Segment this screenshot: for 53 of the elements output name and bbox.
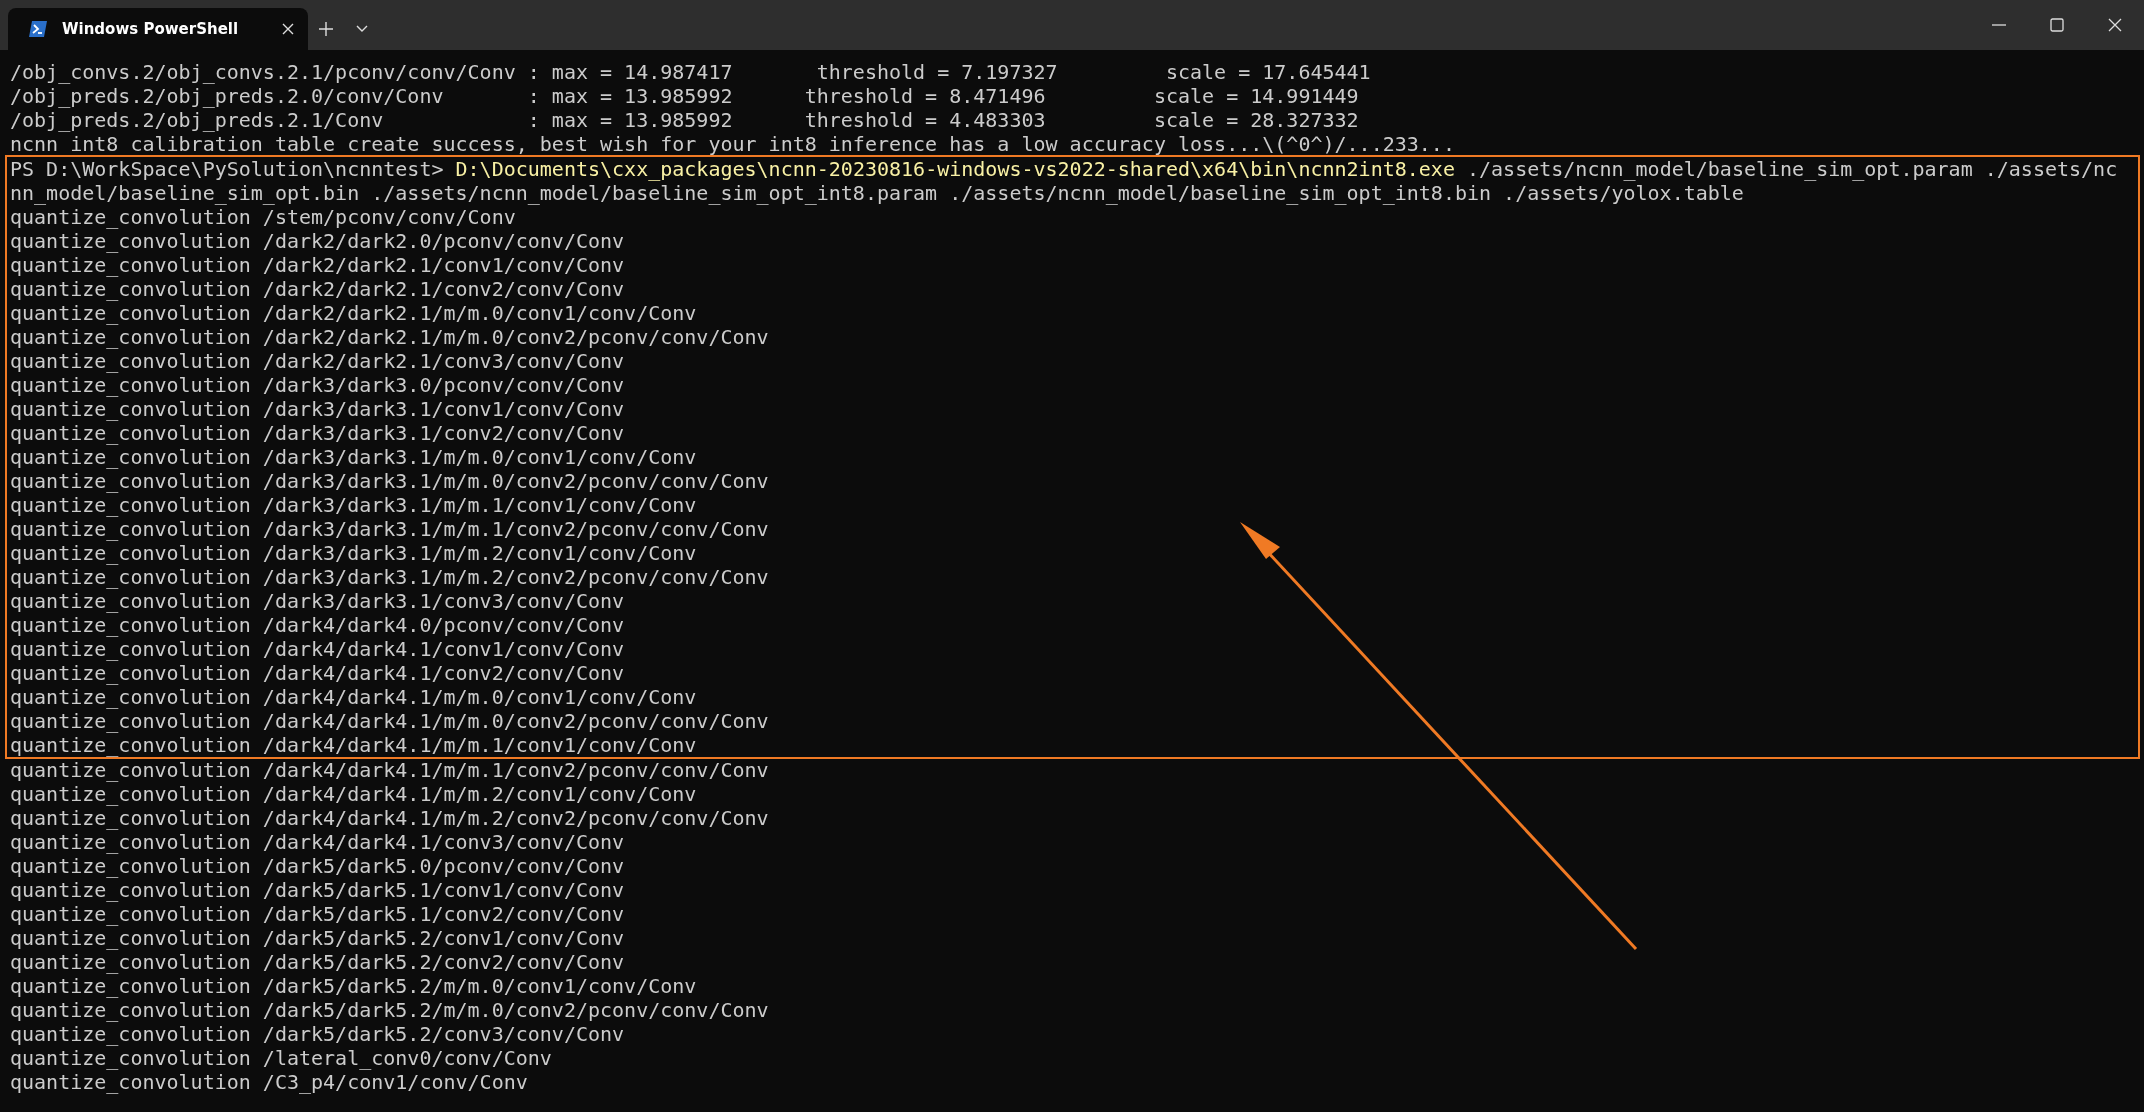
output-line: quantize_convolution /lateral_conv0/conv/Conv [9, 1046, 553, 1070]
output-line: quantize_convolution /dark4/dark4.1/m/m.1/conv2/pconv/conv/Conv [9, 758, 770, 782]
output-line: quantize_convolution /dark4/dark4.1/conv3/conv/Conv [9, 830, 626, 854]
output-line: quantize_convolution /stem/pconv/conv/Conv [10, 205, 517, 229]
output-line: quantize_convolution /dark4/dark4.0/pconv/conv/Conv [10, 613, 626, 637]
output-line: quantize_convolution /dark5/dark5.2/m/m.0/conv2/pconv/conv/Conv [9, 998, 770, 1022]
command-text: D:\Documents\cxx_packages\ncnn-20230816-windows-vs2022-shared\x64\bin\ncnn2int8.exe [455, 157, 1455, 181]
output-line: quantize_convolution /dark3/dark3.1/conv3/conv/Conv [10, 589, 626, 613]
tab-title: Windows PowerShell [62, 20, 240, 38]
close-icon[interactable] [282, 23, 294, 35]
output-line: quantize_convolution /dark3/dark3.1/conv1/conv/Conv [10, 397, 626, 421]
close-icon[interactable] [2108, 18, 2122, 32]
output-line: quantize_convolution /dark2/dark2.1/conv3/conv/Conv [10, 349, 626, 373]
output-line: quantize_convolution /dark3/dark3.1/m/m.0/conv2/pconv/conv/Conv [10, 469, 770, 493]
terminal-tab[interactable]: Windows PowerShell [8, 8, 308, 50]
arguments-text: nn_model/baseline_sim_opt.bin ./assets/ncnn_model/baseline_sim_opt_int8.param ./assets/ncnn_model/baseline_sim_opt_int8.bin ./assets/yolox.table [10, 181, 1745, 205]
powershell-icon [28, 20, 48, 38]
output-line: quantize_convolution /dark2/dark2.1/m/m.0/conv1/conv/Conv [10, 301, 698, 325]
output-line: /obj_preds.2/obj_preds.2.1/Conv : max = 13.985992 threshold = 4.483303 scale = 28.327332 [9, 108, 1360, 132]
prompt-text: PS D:\WorkSpace\PySolution\ncnntest> [10, 157, 445, 181]
output-line: quantize_convolution /dark5/dark5.2/m/m.0/conv1/conv/Conv [9, 974, 698, 998]
output-line: quantize_convolution /dark5/dark5.0/pconv/conv/Conv [9, 854, 626, 878]
output-line: quantize_convolution /dark3/dark3.1/m/m.0/conv1/conv/Conv [10, 445, 698, 469]
output-line: quantize_convolution /dark4/dark4.1/m/m.2/conv2/pconv/conv/Conv [9, 806, 770, 830]
output-line: quantize_convolution /dark2/dark2.1/m/m.0/conv2/pconv/conv/Conv [10, 325, 770, 349]
output-line: quantize_convolution /dark4/dark4.1/conv2/conv/Conv [10, 661, 626, 685]
output-line: quantize_convolution /dark3/dark3.1/conv2/conv/Conv [10, 421, 626, 445]
output-line: quantize_convolution /dark4/dark4.1/m/m.0/conv1/conv/Conv [10, 685, 698, 709]
output-line: quantize_convolution /dark3/dark3.0/pconv/conv/Conv [10, 373, 626, 397]
output-line: /obj_convs.2/obj_convs.2.1/pconv/conv/Conv : max = 14.987417 threshold = 7.197327 scale = 17.645441 [9, 60, 1372, 84]
output-line: quantize_convolution /dark3/dark3.1/m/m.2/conv1/conv/Conv [10, 541, 698, 565]
output-line: /obj_preds.2/obj_preds.2.0/conv/Conv : max = 13.985992 threshold = 8.471496 scale = 14.991449 [9, 84, 1360, 108]
output-line: quantize_convolution /dark4/dark4.1/m/m.0/conv2/pconv/conv/Conv [10, 709, 770, 733]
chevron-down-icon[interactable] [356, 25, 368, 33]
output-line: ncnn int8 calibration table create success, best wish for your int8 inference has a low accuracy loss...\(^0^)/...233... [9, 132, 1456, 156]
plus-icon[interactable] [318, 21, 334, 37]
output-line: quantize_convolution /dark2/dark2.1/conv1/conv/Conv [10, 253, 626, 277]
output-line: quantize_convolution /dark3/dark3.1/m/m.2/conv2/pconv/conv/Conv [10, 565, 770, 589]
output-line: quantize_convolution /dark4/dark4.1/m/m.2/conv1/conv/Conv [9, 782, 698, 806]
output-line: quantize_convolution /dark5/dark5.1/conv2/conv/Conv [9, 902, 626, 926]
output-line: quantize_convolution /dark3/dark3.1/m/m.1/conv2/pconv/conv/Conv [10, 517, 770, 541]
maximize-icon[interactable] [2050, 18, 2064, 32]
output-line: quantize_convolution /dark2/dark2.0/pconv/conv/Conv [10, 229, 626, 253]
output-line: quantize_convolution /C3_p4/conv1/conv/Conv [9, 1070, 529, 1094]
output-line: quantize_convolution /dark3/dark3.1/m/m.1/conv1/conv/Conv [10, 493, 698, 517]
output-line: quantize_convolution /dark5/dark5.2/conv3/conv/Conv [9, 1022, 626, 1046]
output-line: quantize_convolution /dark4/dark4.1/conv1/conv/Conv [10, 637, 626, 661]
output-line: quantize_convolution /dark4/dark4.1/m/m.1/conv1/conv/Conv [10, 733, 698, 757]
output-line: quantize_convolution /dark5/dark5.2/conv1/conv/Conv [9, 926, 626, 950]
output-line: quantize_convolution /dark2/dark2.1/conv2/conv/Conv [10, 277, 626, 301]
output-line: quantize_convolution /dark5/dark5.2/conv2/conv/Conv [9, 950, 626, 974]
arguments-text: ./assets/ncnn_model/baseline_sim_opt.param ./assets/nc [1465, 157, 2118, 181]
output-line: quantize_convolution /dark5/dark5.1/conv1/conv/Conv [9, 878, 626, 902]
